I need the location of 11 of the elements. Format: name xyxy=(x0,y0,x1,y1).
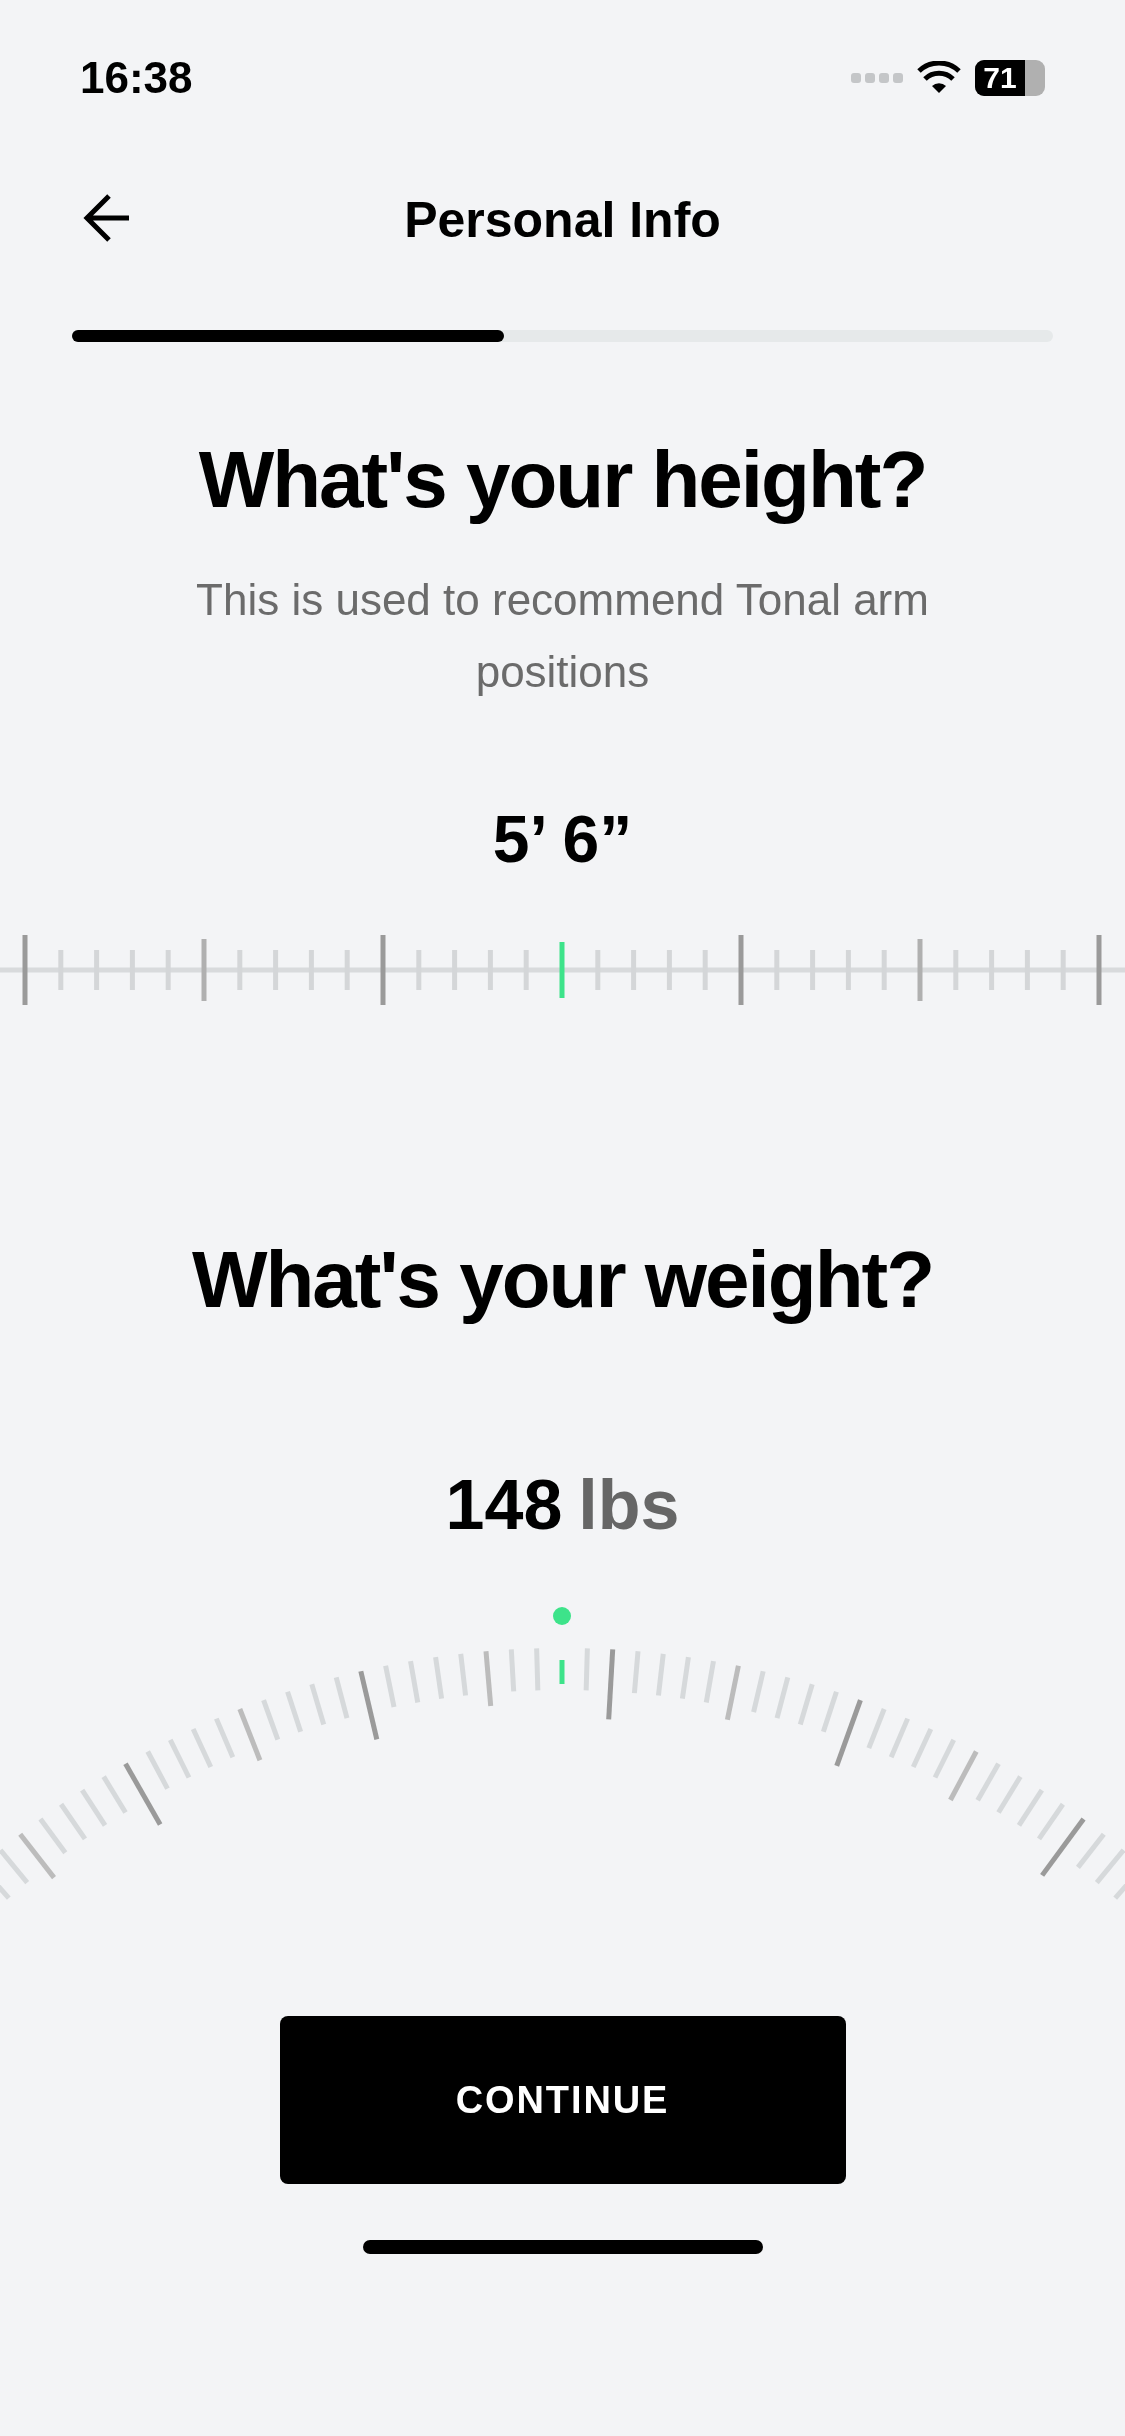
screen-title: Personal Info xyxy=(404,190,721,250)
status-time: 16:38 xyxy=(80,52,193,104)
battery-level: 71 xyxy=(982,63,1018,93)
weight-value: 148 xyxy=(445,1470,563,1540)
signal-icon xyxy=(851,72,903,84)
home-indicator[interactable] xyxy=(362,2240,763,2254)
wifi-icon xyxy=(917,61,961,95)
height-description: This is used to recommend Tonal arm positions xyxy=(195,574,930,698)
height-value: 5’ 6” xyxy=(491,806,634,872)
weight-unit: lbs xyxy=(578,1470,680,1540)
continue-button[interactable]: CONTINUE xyxy=(279,2016,846,2184)
